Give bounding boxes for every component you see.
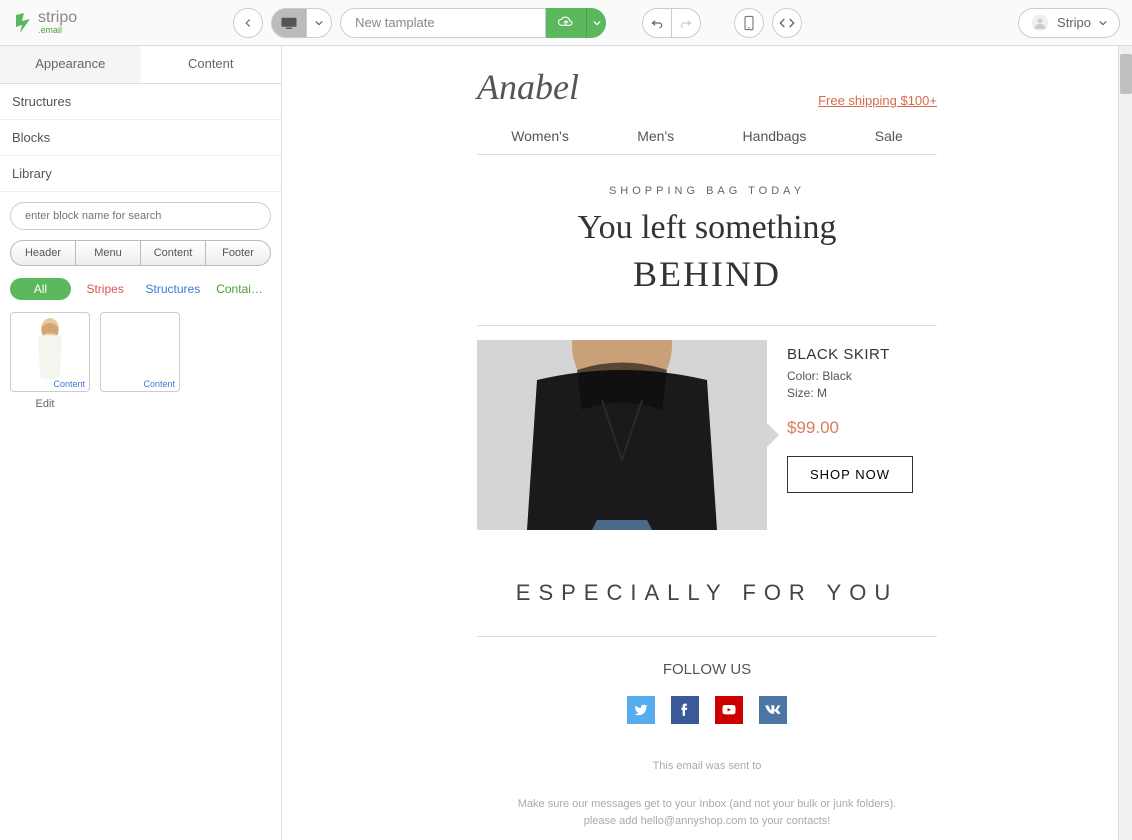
- email-nav: Women's Men's Handbags Sale: [477, 118, 937, 155]
- make-sure-text: Make sure our messages get to your Inbox…: [477, 786, 937, 840]
- social-icons: [477, 696, 937, 724]
- redo-icon: [679, 16, 693, 30]
- undo-icon: [650, 16, 664, 30]
- user-avatar-icon: [1031, 14, 1049, 32]
- follow-title: FOLLOW US: [477, 661, 937, 678]
- follow-section: FOLLOW US: [477, 637, 937, 748]
- model-photo-icon: [477, 340, 767, 530]
- save-button[interactable]: [546, 8, 586, 38]
- scroll-thumb[interactable]: [1120, 54, 1132, 94]
- youtube-icon[interactable]: [715, 696, 743, 724]
- canvas-scrollbar[interactable]: [1118, 46, 1132, 840]
- desktop-view-button[interactable]: [271, 8, 307, 38]
- top-toolbar: stripo .email Stripo: [0, 0, 1132, 46]
- logo-sub-text: .email: [38, 26, 77, 35]
- block-thumb-2[interactable]: Content: [100, 312, 180, 392]
- hero-section: SHOPPING BAG TODAY You left something BE…: [477, 155, 937, 326]
- section-library[interactable]: Library: [0, 156, 281, 192]
- hero-behind: BEHIND: [477, 253, 937, 295]
- product-size: Size: M: [787, 386, 937, 400]
- code-view-button[interactable]: [772, 8, 802, 38]
- product-image[interactable]: [477, 340, 767, 530]
- device-dropdown-button[interactable]: [307, 8, 332, 38]
- mobile-icon: [743, 15, 755, 31]
- code-icon: [779, 17, 795, 29]
- brand-logo[interactable]: Anabel: [477, 66, 579, 108]
- nav-womens[interactable]: Women's: [511, 128, 569, 144]
- product-price: $99.00: [787, 418, 937, 438]
- block-search-input[interactable]: [10, 202, 271, 230]
- email-header: Anabel Free shipping $100+: [477, 56, 937, 118]
- model-thumbnail-icon: [30, 317, 70, 387]
- vk-icon[interactable]: [759, 696, 787, 724]
- user-name: Stripo: [1057, 15, 1091, 30]
- pill-content[interactable]: Content: [141, 240, 206, 266]
- section-structures[interactable]: Structures: [0, 84, 281, 120]
- email-template: Anabel Free shipping $100+ Women's Men's…: [477, 46, 937, 840]
- filter-containers[interactable]: Contain…: [210, 278, 271, 300]
- device-toggle-group: [271, 8, 332, 38]
- undo-button[interactable]: [642, 8, 672, 38]
- pill-footer[interactable]: Footer: [206, 240, 271, 266]
- template-name-input[interactable]: [340, 8, 546, 38]
- user-menu-button[interactable]: Stripo: [1018, 8, 1120, 38]
- thumb-label-1: Content: [53, 379, 85, 389]
- caret-down-icon: [593, 19, 601, 27]
- filter-all[interactable]: All: [10, 278, 71, 300]
- product-block: BLACK SKIRT Color: Black Size: M $99.00 …: [477, 326, 937, 550]
- twitter-icon[interactable]: [627, 696, 655, 724]
- stripo-logo[interactable]: stripo .email: [12, 10, 77, 35]
- sent-to-text: This email was sent to: [477, 748, 937, 786]
- filter-structures[interactable]: Structures: [140, 278, 207, 300]
- mobile-preview-button[interactable]: [734, 8, 764, 38]
- block-thumbnails: Content Content: [0, 312, 281, 392]
- product-info: BLACK SKIRT Color: Black Size: M $99.00 …: [787, 340, 937, 493]
- category-pills: Header Menu Content Footer: [0, 240, 281, 266]
- sidebar-tabs: Appearance Content: [0, 46, 281, 84]
- product-name: BLACK SKIRT: [787, 346, 937, 363]
- filter-stripes[interactable]: Stripes: [75, 278, 136, 300]
- arrow-left-icon: [241, 16, 255, 30]
- redo-button[interactable]: [671, 8, 701, 38]
- nav-handbags[interactable]: Handbags: [743, 128, 807, 144]
- especially-heading: ESPECIALLY FOR YOU: [477, 550, 937, 637]
- nav-sale[interactable]: Sale: [875, 128, 903, 144]
- sidebar: Appearance Content Structures Blocks Lib…: [0, 46, 282, 840]
- thumb-caption: Edit: [0, 398, 80, 410]
- main-layout: Appearance Content Structures Blocks Lib…: [0, 46, 1132, 840]
- caret-down-icon: [315, 19, 323, 27]
- hero-title: You left something: [477, 209, 937, 247]
- email-canvas[interactable]: Anabel Free shipping $100+ Women's Men's…: [282, 46, 1132, 840]
- tab-content[interactable]: Content: [141, 46, 282, 83]
- block-thumb-1[interactable]: Content: [10, 312, 90, 392]
- stripo-logo-icon: [12, 11, 36, 35]
- filter-row: All Stripes Structures Contain…: [0, 266, 281, 312]
- cloud-upload-icon: [557, 16, 575, 30]
- product-color: Color: Black: [787, 369, 937, 383]
- template-name-group: [340, 8, 606, 38]
- section-blocks[interactable]: Blocks: [0, 120, 281, 156]
- desktop-icon: [280, 16, 298, 30]
- thumb-label-2: Content: [143, 379, 175, 389]
- tab-appearance[interactable]: Appearance: [0, 46, 141, 83]
- back-button[interactable]: [233, 8, 263, 38]
- pill-menu[interactable]: Menu: [76, 240, 141, 266]
- logo-main-text: stripo: [38, 10, 77, 26]
- hero-subtitle: SHOPPING BAG TODAY: [477, 185, 937, 197]
- pill-header[interactable]: Header: [10, 240, 76, 266]
- nav-mens[interactable]: Men's: [637, 128, 674, 144]
- shop-now-button[interactable]: SHOP NOW: [787, 456, 913, 493]
- facebook-icon[interactable]: [671, 696, 699, 724]
- free-shipping-link[interactable]: Free shipping $100+: [818, 93, 937, 108]
- caret-down-icon: [1099, 19, 1107, 27]
- save-dropdown-button[interactable]: [586, 8, 606, 38]
